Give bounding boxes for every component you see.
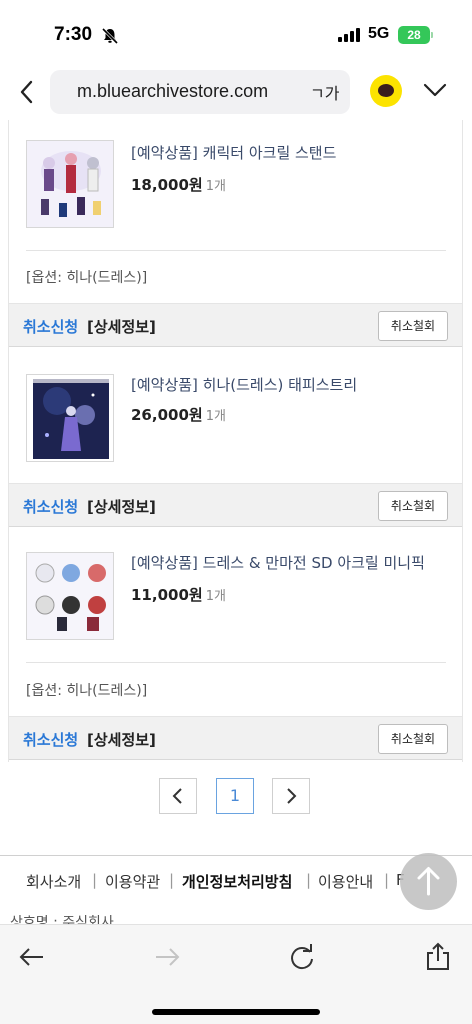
footer-link-guide[interactable]: 이용안내: [318, 871, 373, 892]
divider: [26, 662, 446, 663]
product-price: 26,000원 1개: [131, 406, 226, 424]
cancel-request-link[interactable]: 취소신청: [23, 316, 78, 337]
order-actions: 취소신청 [상세정보] 취소철회: [9, 716, 462, 760]
bell-slash-icon: [101, 27, 119, 45]
product-name[interactable]: [예약상품] 캐릭터 아크릴 스탠드: [131, 142, 336, 163]
kakao-talk-icon[interactable]: [370, 75, 402, 107]
separator: |: [306, 871, 312, 889]
prev-page-icon: [172, 788, 182, 804]
back-chevron-icon[interactable]: [14, 76, 42, 108]
footer-link-terms[interactable]: 이용약관: [105, 871, 160, 892]
separator: |: [169, 871, 175, 889]
browser-forward-icon[interactable]: [151, 941, 183, 973]
product-option: [옵션: 히나(드레스)]: [26, 683, 148, 699]
cancel-withdraw-button[interactable]: 취소철회: [378, 724, 448, 754]
divider: [26, 250, 446, 251]
reload-icon[interactable]: [286, 941, 318, 973]
detail-link[interactable]: [상세정보]: [87, 496, 156, 517]
footer-link-privacy[interactable]: 개인정보처리방침: [182, 871, 292, 892]
browser-toolbar: [0, 924, 472, 1024]
product-price: 11,000원 1개: [131, 586, 226, 604]
cancel-withdraw-button[interactable]: 취소철회: [378, 311, 448, 341]
arrow-up-icon: [417, 867, 440, 896]
battery-indicator: 28: [398, 26, 433, 44]
url-text: m.bluearchivestore.com: [77, 81, 269, 101]
home-indicator: [152, 1009, 320, 1015]
product-thumbnail[interactable]: [26, 374, 114, 462]
next-page-button[interactable]: [272, 778, 310, 814]
browser-back-icon[interactable]: [16, 941, 48, 973]
product-thumbnail[interactable]: [26, 140, 114, 228]
battery-level: 28: [407, 28, 421, 42]
url-field[interactable]: m.bluearchivestore.com ㄱ가: [50, 70, 350, 114]
share-icon[interactable]: [422, 941, 454, 973]
order-list: [예약상품] 캐릭터 아크릴 스탠드 18,000원 1개 [옵션: 히나(드레스…: [8, 120, 463, 762]
order-item: [예약상품] 드레스 & 만마전 SD 아크릴 미니픽 11,000원 1개 [옵…: [9, 528, 462, 762]
status-bar: 7:30 5G 28: [0, 0, 472, 64]
detail-link[interactable]: [상세정보]: [87, 316, 156, 337]
detail-link[interactable]: [상세정보]: [87, 729, 156, 750]
page-number-current[interactable]: 1: [216, 778, 254, 814]
order-actions: 취소신청 [상세정보] 취소철회: [9, 303, 462, 347]
scroll-top-button[interactable]: [400, 853, 457, 910]
order-item: [예약상품] 캐릭터 아크릴 스탠드 18,000원 1개 [옵션: 히나(드레스…: [9, 120, 462, 348]
network-type: 5G: [368, 25, 390, 42]
clock: 7:30: [54, 24, 93, 45]
pagination: 1: [0, 778, 472, 814]
chevron-down-icon[interactable]: [422, 80, 448, 100]
separator: |: [92, 871, 98, 889]
footer-link-company[interactable]: 회사소개: [26, 871, 81, 892]
product-price: 18,000원 1개: [131, 176, 226, 194]
product-name[interactable]: [예약상품] 히나(드레스) 태피스트리: [131, 374, 357, 395]
font-size-button[interactable]: ㄱ가: [310, 80, 339, 104]
prev-page-button[interactable]: [159, 778, 197, 814]
cancel-request-link[interactable]: 취소신청: [23, 496, 78, 517]
product-name[interactable]: [예약상품] 드레스 & 만마전 SD 아크릴 미니픽: [131, 552, 425, 573]
order-actions: 취소신청 [상세정보] 취소철회: [9, 483, 462, 527]
separator: |: [384, 871, 390, 889]
order-item: [예약상품] 히나(드레스) 태피스트리 26,000원 1개 취소신청 [상세정…: [9, 348, 462, 528]
product-option: [옵션: 히나(드레스)]: [26, 270, 148, 286]
address-bar: m.bluearchivestore.com ㄱ가: [0, 64, 472, 120]
next-page-icon: [287, 788, 297, 804]
product-thumbnail[interactable]: [26, 552, 114, 640]
cancel-withdraw-button[interactable]: 취소철회: [378, 491, 448, 521]
signal-icon: [338, 28, 360, 42]
cancel-request-link[interactable]: 취소신청: [23, 729, 78, 750]
